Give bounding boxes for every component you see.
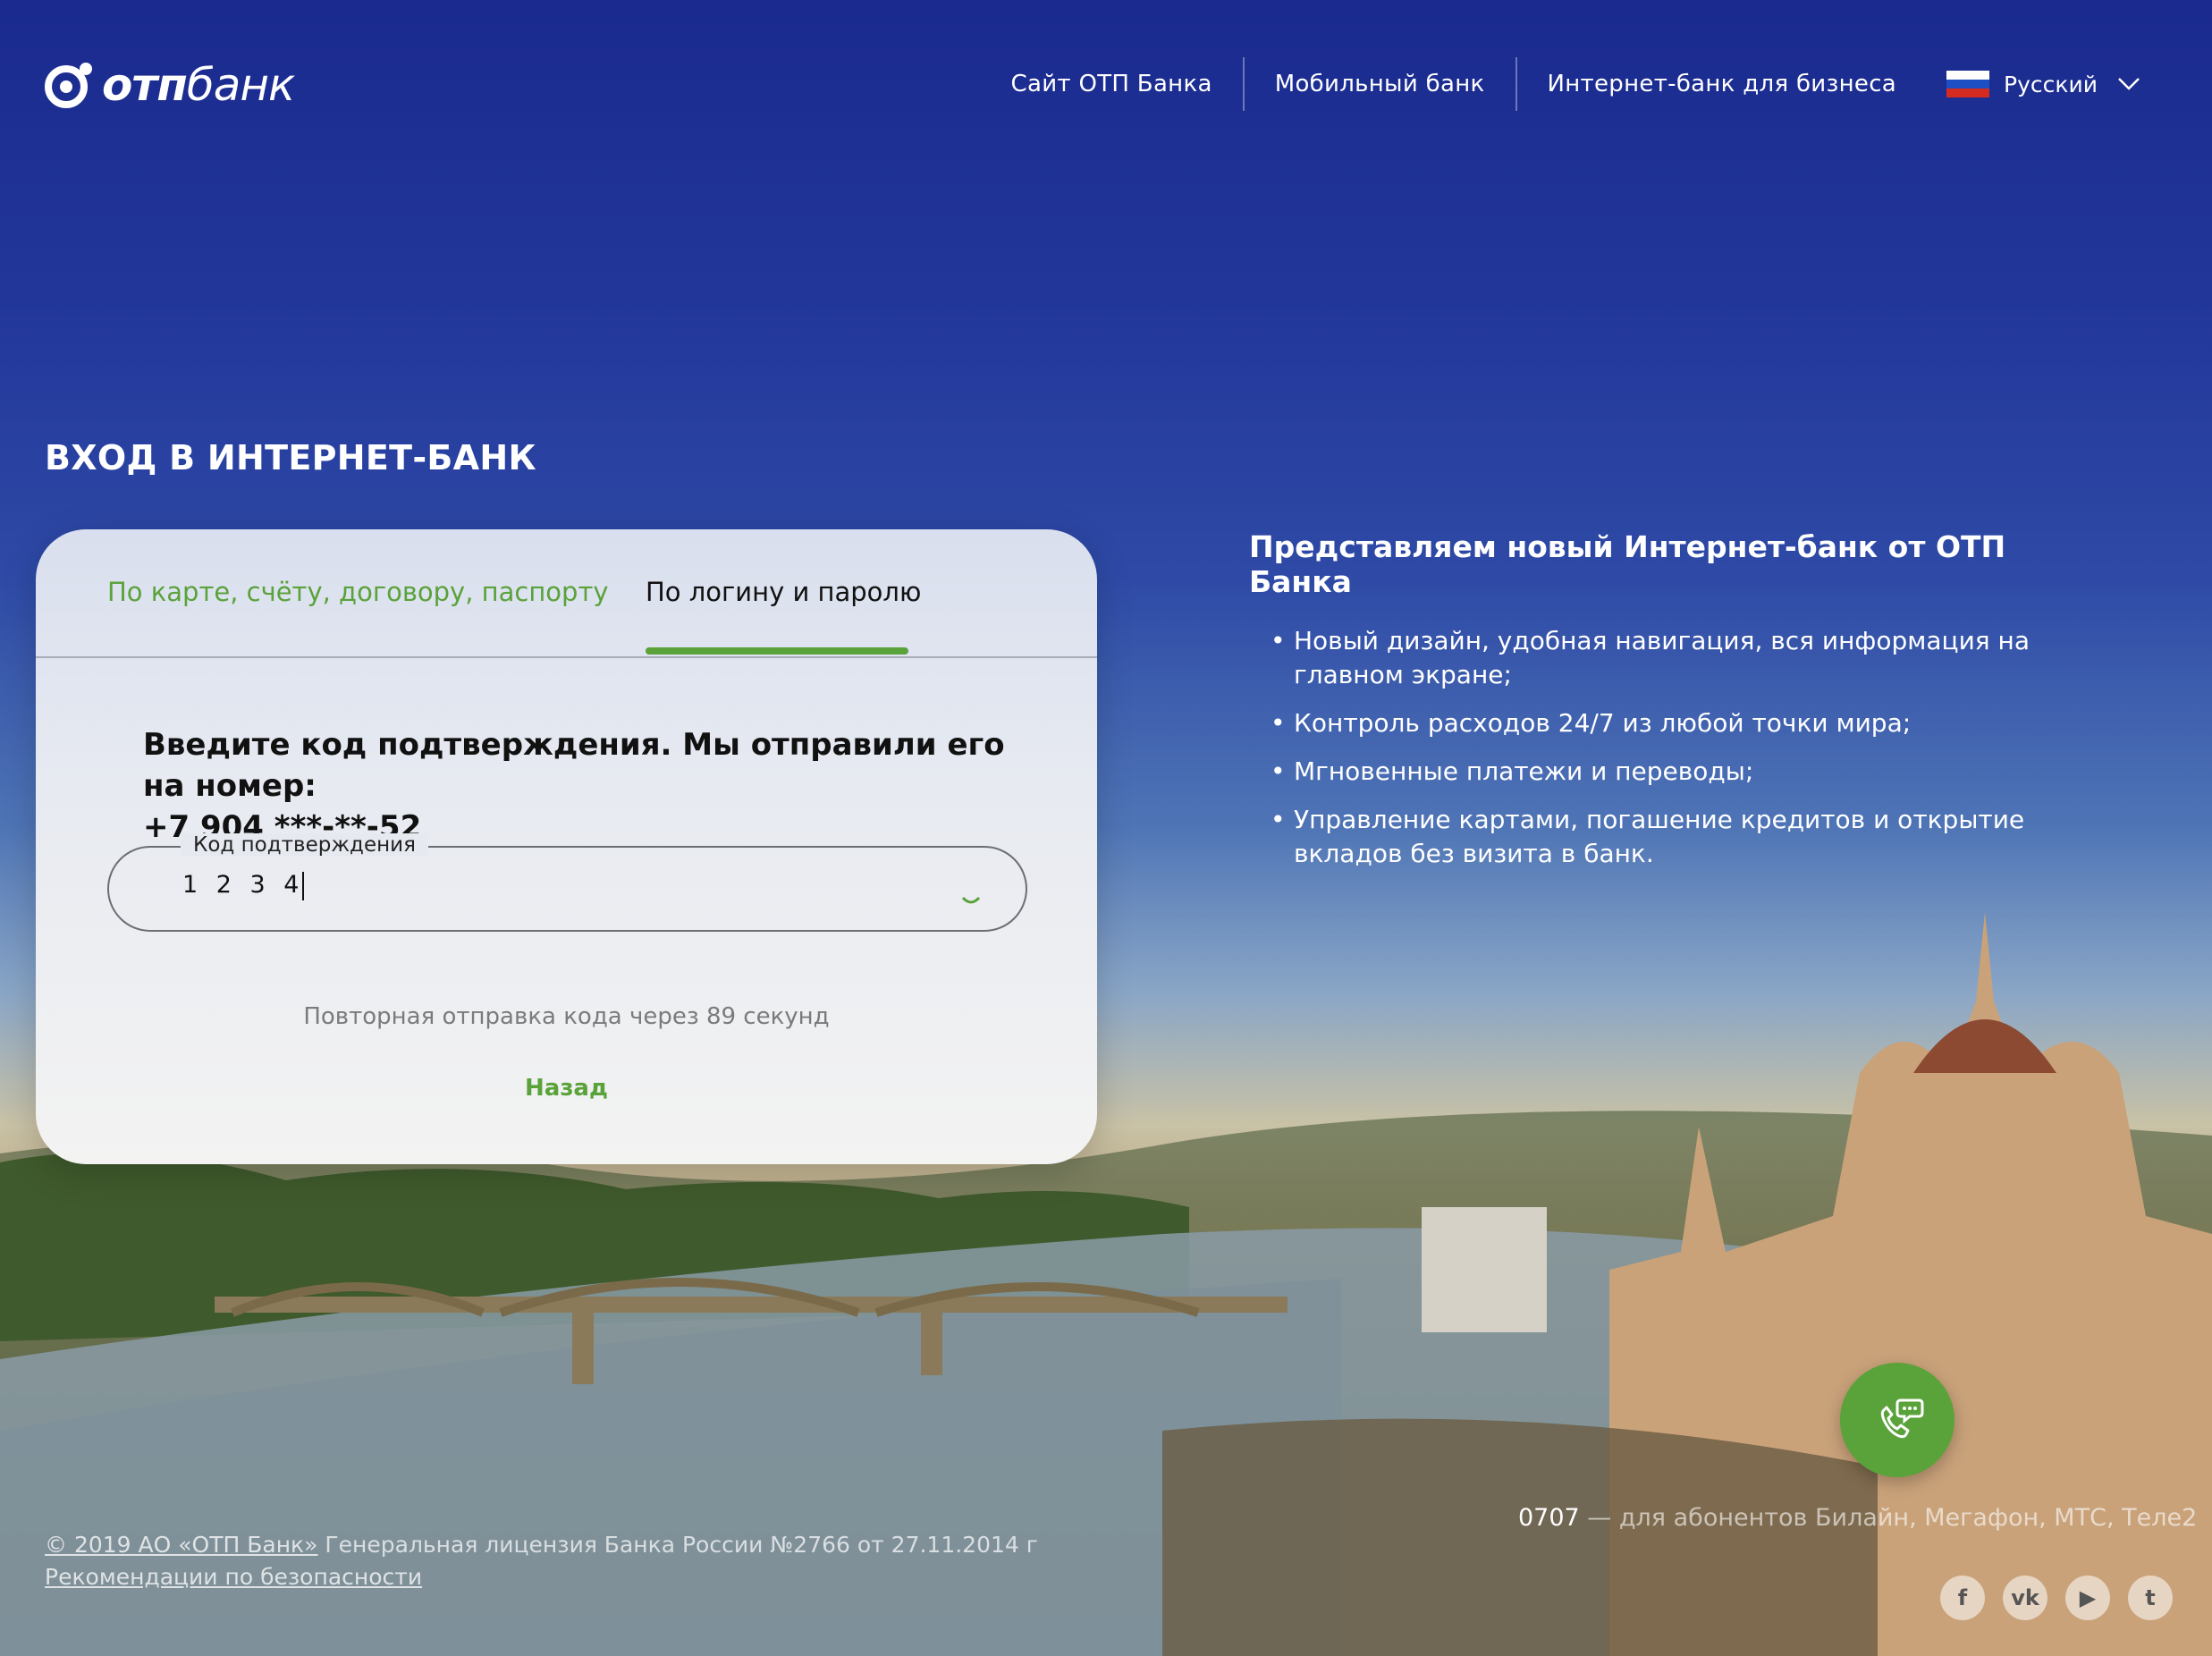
header: отпбанк Сайт ОТП Банка Мобильный банк Ин… <box>0 0 2212 170</box>
promo-item: Управление картами, погашение кредитов и… <box>1249 803 2054 871</box>
otp-logo[interactable]: отпбанк <box>45 59 295 111</box>
support-phone-description: — для абонентов Билайн, Мегафон, МТС, Те… <box>1579 1504 2198 1532</box>
promo-item: Новый дизайн, удобная навигация, вся инф… <box>1249 624 2054 692</box>
support-phone-number[interactable]: 0707 <box>1518 1504 1580 1532</box>
logo-word-otp: отп <box>102 59 188 111</box>
promo-block: Представляем новый Интернет-банк от ОТП … <box>1249 529 2054 885</box>
language-label: Русский <box>2004 71 2098 97</box>
logo-wordmark: отпбанк <box>102 59 295 111</box>
login-tabs: По карте, счёту, договору, паспорту По л… <box>36 529 1097 658</box>
nav-link-business-bank[interactable]: Интернет-банк для бизнеса <box>1515 57 1928 111</box>
loading-spinner-icon <box>961 896 981 904</box>
confirmation-code-value: 1 2 3 4 <box>182 871 305 899</box>
confirmation-code-input[interactable]: 1 2 3 4 <box>182 871 305 900</box>
language-selector[interactable]: Русский <box>1946 71 2140 97</box>
vk-icon[interactable]: vk <box>2003 1576 2047 1620</box>
top-nav: Сайт ОТП Банка Мобильный банк Интернет-б… <box>981 57 2140 111</box>
resend-countdown: Повторная отправка кода через 89 секунд <box>303 1003 830 1030</box>
promo-item: Контроль расходов 24/7 из любой точки ми… <box>1249 706 2054 740</box>
promo-title: Представляем новый Интернет-банк от ОТП … <box>1249 529 2006 599</box>
active-tab-indicator <box>646 647 908 655</box>
confirmation-code-field[interactable]: Код подтверждения 1 2 3 4 <box>107 833 1027 932</box>
page-title: ВХОД В ИНТЕРНЕТ-БАНК <box>45 438 536 477</box>
youtube-icon[interactable]: ▶ <box>2065 1576 2110 1620</box>
support-phone: 0707 — для абонентов Билайн, Мегафон, МТ… <box>1518 1504 2197 1532</box>
otp-logo-icon <box>45 63 92 108</box>
call-chat-button[interactable] <box>1840 1363 1954 1477</box>
nav-link-otp-site[interactable]: Сайт ОТП Банка <box>981 57 1243 111</box>
facebook-icon[interactable]: f <box>1940 1576 1985 1620</box>
nav-link-mobile-bank[interactable]: Мобильный банк <box>1242 57 1515 111</box>
phone-chat-icon <box>1880 1398 1924 1439</box>
back-link[interactable]: Назад <box>36 1075 1097 1102</box>
promo-list: Новый дизайн, удобная навигация, вся инф… <box>1249 624 2054 871</box>
instruction-text: Введите код подтверждения. Мы отправили … <box>143 727 1005 804</box>
text-caret <box>302 871 305 900</box>
copyright-link[interactable]: © 2019 АО «ОТП Банк» <box>45 1532 317 1558</box>
footer: © 2019 АО «ОТП Банк» Генеральная лицензи… <box>45 1529 1038 1593</box>
chevron-down-icon <box>2118 78 2140 90</box>
security-recommendations-link[interactable]: Рекомендации по безопасности <box>45 1564 422 1590</box>
code-instruction: Введите код подтверждения. Мы отправили … <box>143 724 1037 848</box>
russia-flag-icon <box>1946 71 1990 97</box>
confirmation-code-label: Код подтверждения <box>181 833 428 857</box>
license-text: Генеральная лицензия Банка России №2766 … <box>317 1532 1038 1558</box>
promo-item: Мгновенные платежи и переводы; <box>1249 755 2054 789</box>
social-links: f vk ▶ t <box>1940 1576 2173 1620</box>
tab-login-password[interactable]: По логину и паролю <box>646 576 921 608</box>
twitter-icon[interactable]: t <box>2128 1576 2173 1620</box>
logo-word-bank: банк <box>186 59 295 111</box>
tab-card-account[interactable]: По карте, счёту, договору, паспорту <box>107 576 609 608</box>
login-card: По карте, счёту, договору, паспорту По л… <box>36 529 1097 1164</box>
